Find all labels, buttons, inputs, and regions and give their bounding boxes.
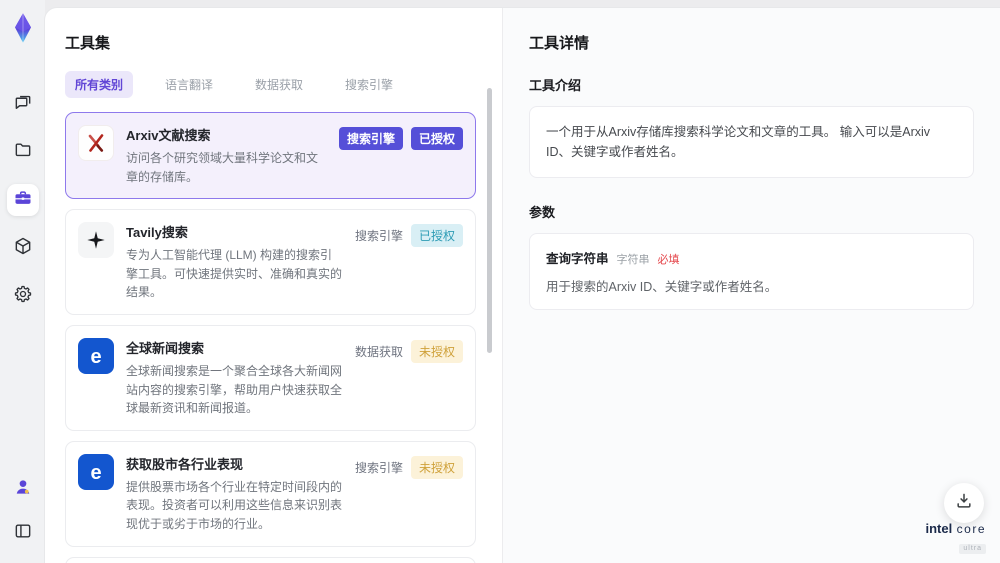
gear-icon bbox=[13, 284, 33, 309]
sidebar-item-models[interactable] bbox=[7, 232, 39, 264]
sidebar-item-folder[interactable] bbox=[7, 136, 39, 168]
params-heading: 参数 bbox=[529, 205, 556, 220]
tool-description: 提供股票市场各个行业在特定时间段内的表现。投资者可以利用这些信息来识别表现优于或… bbox=[126, 479, 343, 531]
tool-name: Arxiv文献搜索 bbox=[126, 128, 211, 143]
svg-text:e: e bbox=[90, 346, 101, 368]
list-scrollbar[interactable] bbox=[487, 88, 492, 353]
status-badge: 已授权 bbox=[410, 224, 463, 248]
tool-card[interactable]: e获取市场最活跃股票信息提供当天交易量最高的股票列表，投资者可以利用这些信息来识… bbox=[65, 556, 476, 563]
rail-items bbox=[6, 88, 39, 312]
download-button[interactable] bbox=[944, 483, 984, 523]
rail-bottom bbox=[7, 473, 39, 549]
sidebar-item-account[interactable] bbox=[7, 473, 39, 505]
category-badge: 数据获取 bbox=[354, 344, 403, 359]
sidebar-item-settings[interactable] bbox=[7, 280, 39, 312]
arxiv-logo-icon bbox=[78, 125, 114, 161]
cube-icon bbox=[13, 236, 33, 261]
tool-list: Arxiv文献搜索 访问各个研究领域大量科学论文和文章的存储库。 搜索引擎 已授权 Ta… bbox=[65, 112, 476, 563]
category-tabs: 所有类别 语言翻译 数据获取 搜索引擎 bbox=[65, 71, 476, 98]
tool-name: 全球新闻搜索 bbox=[126, 340, 205, 356]
tool-description: 专为人工智能代理 (LLM) 构建的搜索引擎工具。可快速提供实时、准确和真实的结… bbox=[126, 248, 343, 300]
avatar-icon bbox=[13, 477, 33, 502]
toolset-pane: 工具集 所有类别 语言翻译 数据获取 搜索引擎 Arxiv文献搜索 访问各个研究领域大量… bbox=[45, 8, 503, 563]
tab-category-2[interactable]: 数据获取 bbox=[245, 71, 313, 98]
tool-description: 全球新闻搜索是一个聚合全球各大新闻网站内容的搜索引擎，帮助用户快速获取全球最新资… bbox=[126, 363, 343, 416]
tool-name: 获取股市各行业表现 bbox=[126, 456, 244, 472]
category-badge: 搜索引擎 bbox=[338, 127, 403, 150]
intel-core-logo: intel core ultra bbox=[925, 520, 986, 555]
tab-category-0[interactable]: 所有类别 bbox=[65, 71, 134, 98]
left-nav-rail bbox=[0, 0, 45, 563]
app-logo-icon bbox=[8, 12, 38, 44]
intro-heading: 工具介绍 bbox=[529, 78, 582, 93]
param-desc: 用于搜索的Arxiv ID、关键字或作者姓名。 bbox=[546, 280, 778, 294]
tool-name: Tavily搜索 bbox=[126, 225, 188, 241]
briefcase-icon bbox=[13, 188, 33, 213]
folder-icon bbox=[13, 140, 33, 165]
param-name: 查询字符串 bbox=[546, 252, 609, 266]
tab-category-3[interactable]: 搜索引擎 bbox=[335, 71, 403, 98]
status-badge: 未授权 bbox=[410, 339, 463, 363]
detail-title: 工具详情 bbox=[529, 35, 590, 52]
panel-toggle-icon bbox=[13, 521, 33, 546]
tool-card[interactable]: e 获取股市各行业表现提供股票市场各个行业在特定时间段内的表现。投资者可以利用这些… bbox=[65, 440, 476, 547]
status-badge: 未授权 bbox=[410, 455, 463, 479]
main-area: 工具集 所有类别 语言翻译 数据获取 搜索引擎 Arxiv文献搜索 访问各个研究领域大量… bbox=[45, 0, 1000, 563]
global-news-logo-icon: e bbox=[78, 337, 114, 374]
svg-text:e: e bbox=[90, 462, 101, 484]
tool-detail-pane: 工具详情 工具介绍 一个用于从Arxiv存储库搜索科学论文和文章的工具。 输入可… bbox=[503, 8, 1000, 563]
tool-card[interactable]: e 全球新闻搜索全球新闻搜索是一个聚合全球各大新闻网站内容的搜索引擎，帮助用户快速… bbox=[65, 324, 476, 431]
sidebar-item-toolbox[interactable] bbox=[6, 184, 39, 216]
category-badge: 搜索引擎 bbox=[354, 229, 403, 244]
tab-category-1[interactable]: 语言翻译 bbox=[155, 71, 223, 98]
sidebar-item-panel-toggle[interactable] bbox=[7, 517, 39, 549]
sidebar-item-chat[interactable] bbox=[7, 88, 39, 120]
param-required-badge: 必填 bbox=[657, 254, 680, 266]
tool-card[interactable]: Tavily搜索专为人工智能代理 (LLM) 构建的搜索引擎工具。可快速提供实时… bbox=[65, 209, 476, 315]
download-icon bbox=[954, 491, 974, 516]
intro-box: 一个用于从Arxiv存储库搜索科学论文和文章的工具。 输入可以是Arxiv ID… bbox=[529, 106, 974, 178]
page-title: 工具集 bbox=[65, 35, 111, 52]
stock-sector-logo-icon: e bbox=[78, 453, 114, 490]
tavily-logo-icon bbox=[78, 222, 114, 259]
chat-icon bbox=[13, 92, 33, 117]
category-badge: 搜索引擎 bbox=[354, 460, 403, 475]
tool-description: 访问各个研究领域大量科学论文和文章的存储库。 bbox=[126, 151, 319, 184]
tool-card[interactable]: Arxiv文献搜索访问各个研究领域大量科学论文和文章的存储库。 搜索引擎 已授权 bbox=[65, 112, 476, 200]
param-type: 字符串 bbox=[616, 254, 650, 266]
param-box: 查询字符串 字符串 必填 用于搜索的Arxiv ID、关键字或作者姓名。 bbox=[529, 233, 974, 310]
status-badge: 已授权 bbox=[410, 127, 463, 150]
app-window: 工具集 所有类别 语言翻译 数据获取 搜索引擎 Arxiv文献搜索 访问各个研究领域大量… bbox=[0, 0, 1000, 563]
